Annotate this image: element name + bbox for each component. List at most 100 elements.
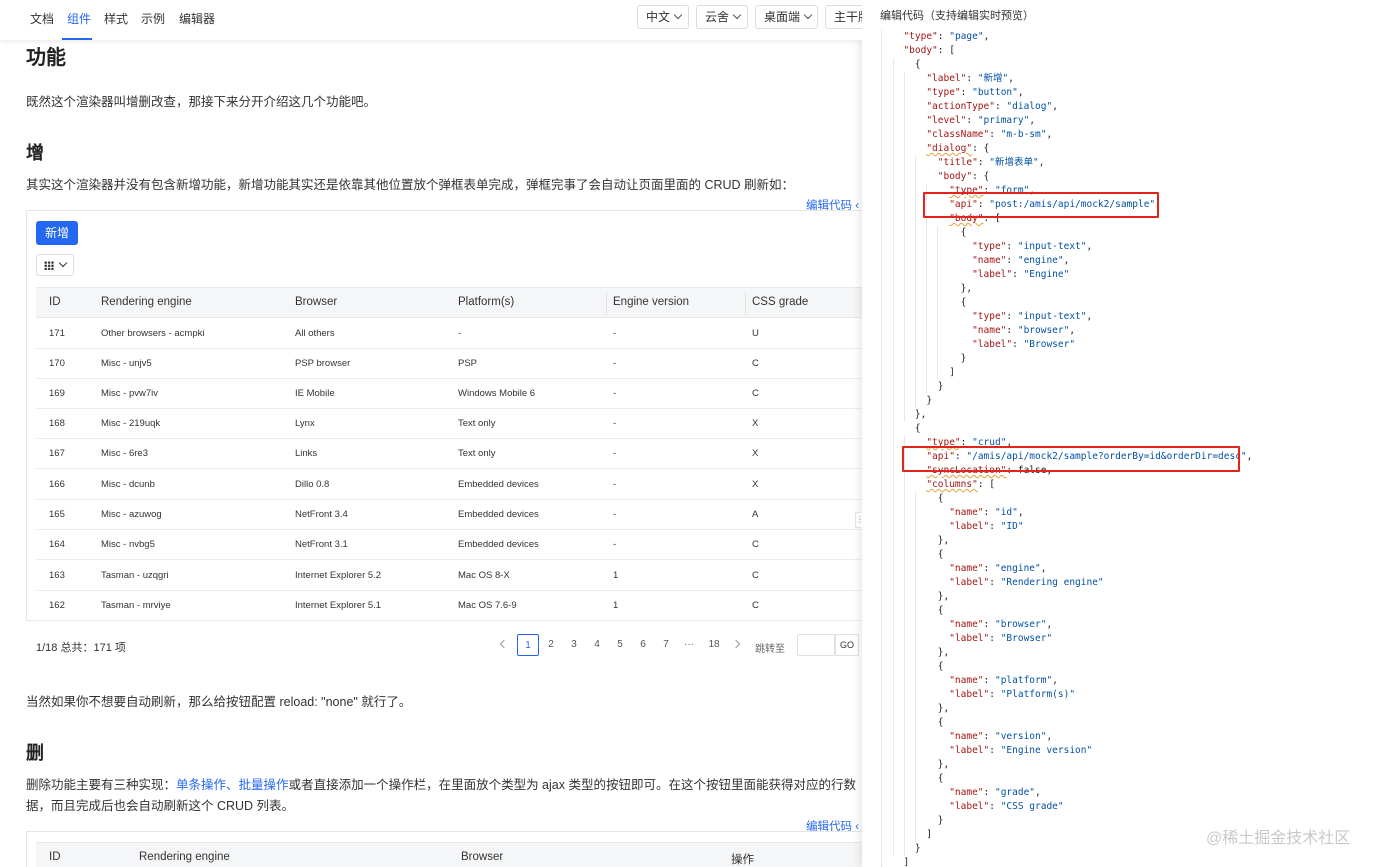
code-line: "columns": [	[926, 479, 995, 490]
code-line: "label": "Engine version"	[949, 745, 1093, 756]
link-single-action[interactable]: 单条操作	[176, 778, 226, 792]
cell-version: 1	[613, 570, 619, 581]
next-page-button[interactable]	[729, 634, 743, 656]
go-button[interactable]: GO	[835, 634, 859, 656]
delete-desc-prefix: 删除功能主要有三种实现：	[26, 778, 177, 792]
platform-select[interactable]: 桌面端	[755, 5, 818, 29]
column-divider	[745, 292, 746, 315]
code-line: "name": "platform",	[949, 675, 1058, 686]
link-bulk-action[interactable]: 批量操作	[239, 778, 289, 792]
chevron-down-icon	[673, 10, 683, 20]
cell-engine: Tasman - uzqgri	[101, 570, 169, 581]
code-line: "label": "ID"	[949, 521, 1024, 532]
cell-grade: C	[752, 570, 759, 581]
cell-grade: C	[752, 539, 759, 550]
column-header-id[interactable]: ID	[49, 851, 61, 863]
code-line: {	[892, 227, 967, 238]
page-button-6[interactable]: 6	[633, 634, 653, 656]
code-line: {	[892, 605, 944, 616]
code-line: ]	[892, 367, 955, 378]
column-header-version[interactable]: Engine version	[613, 296, 689, 308]
column-header-browser[interactable]: Browser	[461, 851, 503, 863]
theme-select[interactable]: 云舍	[696, 5, 748, 29]
code-line: }	[892, 815, 944, 826]
column-header-engine[interactable]: Rendering engine	[101, 296, 192, 308]
nav-link-examples[interactable]: 示例	[141, 10, 165, 27]
cell-browser: Internet Explorer 5.2	[295, 570, 382, 581]
column-toggle-button[interactable]	[36, 254, 74, 276]
code-line: ]	[892, 857, 910, 867]
cell-browser: Links	[295, 448, 318, 459]
page-button-2[interactable]: 2	[541, 634, 561, 656]
code-line: {	[892, 717, 944, 728]
code-line: {	[892, 549, 944, 560]
page-button-18[interactable]: 18	[703, 634, 725, 656]
add-description: 其实这个渲染器并没有包含新增功能，新增功能其实还是依靠其他位置放个弹框表单完成，…	[26, 178, 795, 192]
nav-link-components[interactable]: 组件	[67, 10, 91, 27]
language-select[interactable]: 中文	[637, 5, 689, 29]
prev-page-button[interactable]	[497, 634, 511, 656]
cell-engine: Tasman - mrviye	[101, 600, 171, 611]
page-button-1[interactable]: 1	[517, 634, 539, 656]
cell-browser: NetFront 3.1	[295, 539, 348, 550]
cell-platform: -	[458, 328, 462, 339]
code-line: },	[892, 591, 950, 602]
code-line: "type": "input-text",	[972, 241, 1093, 252]
page-button-4[interactable]: 4	[587, 634, 607, 656]
cell-browser: Internet Explorer 5.1	[295, 600, 382, 611]
version-select-value: 主干版	[834, 10, 862, 24]
code-line: },	[892, 283, 973, 294]
code-line: "name": "browser",	[972, 325, 1076, 336]
column-header-actions: 操作	[731, 854, 754, 866]
intro-text: 既然这个渲染器叫增删改查，那接下来分开介绍这几个功能吧。	[26, 95, 377, 109]
table-row: 167 Misc - 6re3 Links Text only - X	[36, 439, 862, 469]
cell-grade: C	[752, 388, 759, 399]
page-button-7[interactable]: 7	[656, 634, 676, 656]
nav-link-styles[interactable]: 样式	[104, 10, 128, 27]
page-button-3[interactable]: 3	[564, 634, 584, 656]
chevron-down-icon	[58, 258, 68, 268]
cell-grade: X	[752, 479, 759, 490]
page-ellipsis[interactable]: ···	[679, 634, 699, 656]
column-header-grade[interactable]: CSS grade	[752, 296, 808, 308]
cell-engine: Misc - azuwog	[101, 509, 162, 520]
code-line: },	[892, 535, 950, 546]
code-line: },	[892, 703, 950, 714]
code-line: "name": "engine",	[972, 255, 1070, 266]
column-header-id[interactable]: ID	[49, 296, 61, 308]
code-editor[interactable]: "type": "page", "body": [ { "label": "新增…	[862, 30, 1393, 867]
jump-page-input[interactable]	[797, 634, 835, 656]
code-line: "level": "primary",	[926, 115, 1036, 126]
cell-version: -	[613, 418, 617, 429]
code-line: "title": "新增表单",	[937, 157, 1045, 168]
cell-grade: C	[752, 358, 759, 369]
code-line: "dialog": {	[926, 143, 990, 154]
cell-id: 162	[49, 600, 65, 611]
page-button-5[interactable]: 5	[610, 634, 630, 656]
add-button[interactable]: 新增	[36, 221, 78, 245]
pagination-summary: 1/18 总共：171 项	[36, 642, 126, 654]
table-header: ID Rendering engine Browser 操作	[36, 842, 862, 867]
cell-browser: PSP browser	[295, 358, 351, 369]
crud-demo-delete: ID Rendering engine Browser 操作	[26, 831, 862, 867]
column-header-platform[interactable]: Platform(s)	[458, 296, 514, 308]
column-header-engine[interactable]: Rendering engine	[139, 851, 230, 863]
table-row: 164 Misc - nvbg5 NetFront 3.1 Embedded d…	[36, 530, 862, 560]
top-navbar: 文档 组件 样式 示例 编辑器 中文 云舍 桌面端 主干版	[0, 0, 862, 40]
column-header-browser[interactable]: Browser	[295, 296, 337, 308]
active-tab-indicator	[62, 38, 92, 40]
resize-handle[interactable]: ⋮	[855, 512, 862, 528]
version-select[interactable]: 主干版	[825, 5, 862, 29]
chevron-left-icon	[499, 639, 509, 649]
cell-id: 166	[49, 479, 65, 490]
code-line: }	[892, 353, 967, 364]
code-line: {	[892, 297, 967, 308]
code-line: "name": "grade",	[949, 787, 1041, 798]
grid-icon	[44, 261, 54, 270]
nav-link-editor[interactable]: 编辑器	[179, 10, 215, 27]
code-line: "label": "Browser"	[949, 633, 1053, 644]
cell-browser: Dillo 0.8	[295, 479, 330, 490]
reload-note: 当然如果你不想要自动刷新，那么给按钮配置 reload: "none" 就行了。	[26, 695, 412, 709]
section-title-delete: 删	[26, 743, 44, 763]
nav-link-docs[interactable]: 文档	[30, 10, 54, 27]
